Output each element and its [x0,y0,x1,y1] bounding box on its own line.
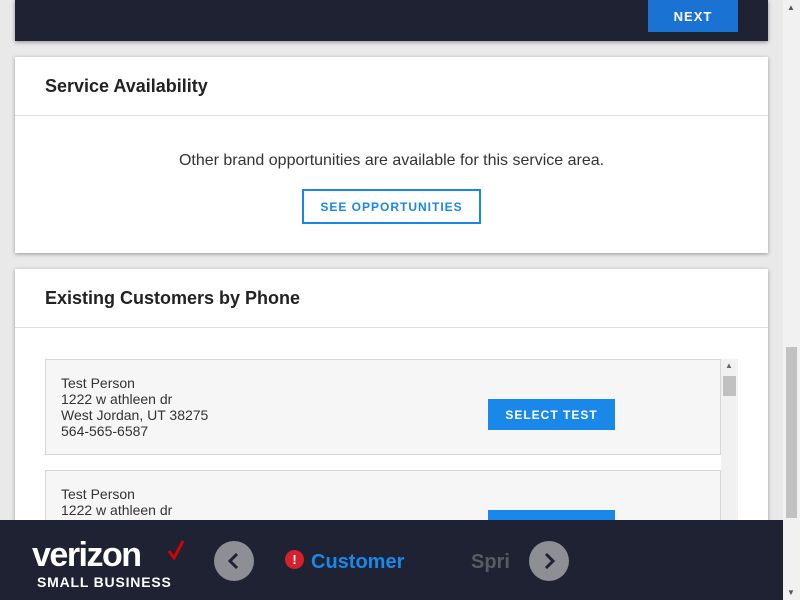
chevron-left-icon [227,553,239,569]
customer-name: Test Person [61,486,135,502]
current-step-label[interactable]: Customer [311,551,404,574]
service-availability-title: Service Availability [15,57,768,116]
customer-list-scroll-thumb[interactable] [723,376,736,396]
logo-wordmark: verizon [32,536,142,574]
existing-customers-title: Existing Customers by Phone [15,269,768,328]
customer-list[interactable]: Test Person 1222 w athleen dr West Jorda… [45,359,738,529]
customer-street: 1222 w athleen dr [61,391,173,407]
customer-name: Test Person [61,375,135,391]
scroll-up-arrow-icon[interactable]: ▲ [725,361,733,370]
next-step-button[interactable] [529,541,569,581]
customer-item: Test Person 1222 w athleen dr West Jorda… [45,359,721,455]
customer-city-state-zip: West Jordan, UT 38275 [61,407,209,423]
next-step-label[interactable]: Spri [471,551,509,574]
customer-phone: 564-565-6587 [61,423,149,439]
page-scroll-up-arrow-icon[interactable]: ▲ [787,3,795,12]
next-button[interactable]: NEXT [648,0,738,32]
customer-list-scrollbar[interactable]: ▲ [721,359,738,529]
service-availability-card: Service Availability Other brand opportu… [15,57,768,253]
logo-subtitle: SMALL BUSINESS [37,574,172,590]
verizon-small-business-logo: verizon SMALL BUSINESS [32,536,184,590]
logo-checkmark-icon [168,540,184,560]
exclamation-icon: ! [285,550,304,569]
previous-step-button[interactable] [214,541,254,581]
customer-street: 1222 w athleen dr [61,502,173,518]
chevron-right-icon [544,553,556,569]
page-scrollbar[interactable]: ▲ ▼ [783,0,800,600]
page-scroll-down-arrow-icon[interactable]: ▼ [787,588,795,597]
select-customer-button[interactable]: SELECT TEST [488,399,615,430]
availability-message: Other brand opportunities are available … [178,152,605,169]
page-scroll-thumb[interactable] [786,347,797,518]
see-opportunities-button[interactable]: SEE OPPORTUNITIES [302,189,481,224]
top-panel: NEXT [15,0,768,41]
existing-customers-card: Existing Customers by Phone Test Person … [15,269,768,529]
footer-bar: verizon SMALL BUSINESS ! Customer Spri [0,520,783,600]
